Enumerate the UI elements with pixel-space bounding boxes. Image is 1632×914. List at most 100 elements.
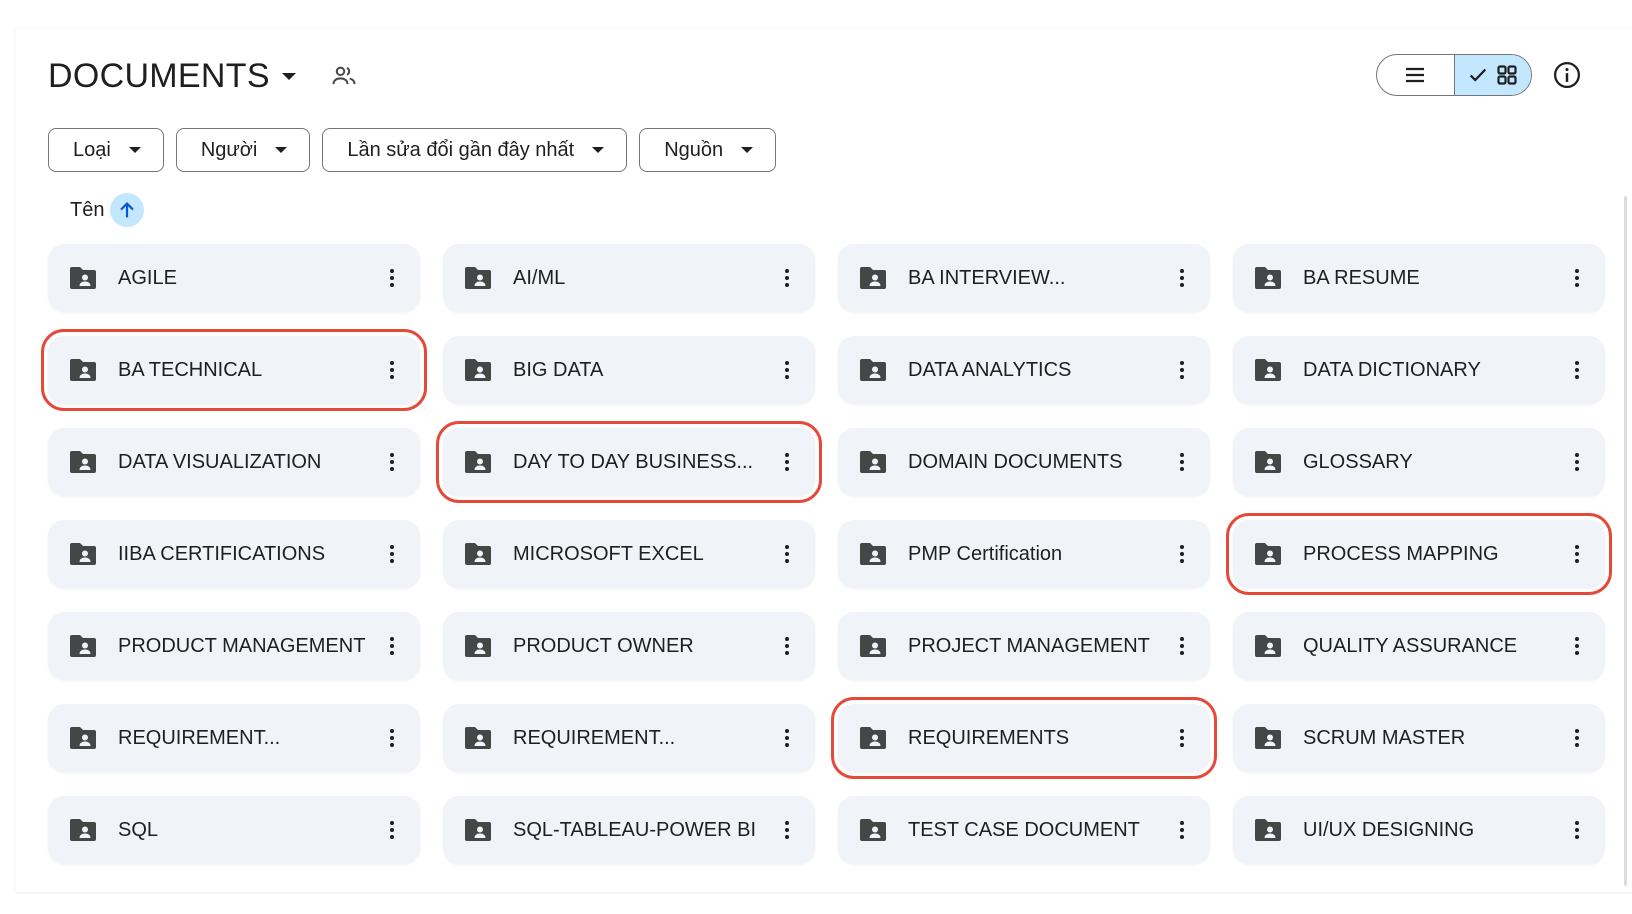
more-vert-icon[interactable] (378, 540, 406, 568)
caret-down-icon[interactable] (281, 72, 296, 80)
folder-name: BIG DATA (513, 358, 604, 381)
more-vert-icon[interactable] (1168, 632, 1196, 660)
folder-card[interactable]: DATA DICTIONARY (1233, 336, 1605, 404)
caret-down-icon (275, 147, 288, 153)
filter-type[interactable]: Loại (48, 128, 164, 172)
sort-direction-button[interactable] (110, 193, 145, 227)
folder-name: REQUIREMENT... (513, 726, 676, 749)
grid-view-icon (1497, 65, 1517, 85)
page-title[interactable]: DOCUMENTS (48, 57, 270, 96)
folder-card[interactable]: AGILE (48, 244, 420, 312)
more-vert-icon[interactable] (773, 632, 801, 660)
more-vert-icon[interactable] (1563, 724, 1591, 752)
folder-card[interactable]: DOMAIN DOCUMENTS (838, 428, 1210, 496)
more-vert-icon[interactable] (1168, 540, 1196, 568)
grid-view-button[interactable] (1453, 55, 1531, 95)
folder-name: BA INTERVIEW... (908, 266, 1066, 289)
folder-card[interactable]: REQUIREMENTS (831, 697, 1217, 779)
shared-folder-icon (70, 451, 96, 473)
more-vert-icon[interactable] (1563, 264, 1591, 292)
folder-name: AGILE (118, 266, 177, 289)
more-vert-icon[interactable] (1563, 356, 1591, 384)
folder-name: DATA VISUALIZATION (118, 450, 322, 473)
shared-folder-icon (465, 635, 491, 657)
more-vert-icon[interactable] (1168, 448, 1196, 476)
folder-card[interactable]: PROCESS MAPPING (1226, 513, 1612, 595)
filter-modified[interactable]: Lần sửa đổi gần đây nhất (322, 128, 628, 172)
more-vert-icon[interactable] (378, 356, 406, 384)
more-vert-icon[interactable] (1168, 816, 1196, 844)
more-vert-icon[interactable] (378, 448, 406, 476)
filter-label: Loại (73, 138, 111, 161)
folder-name: DAY TO DAY BUSINESS... (513, 450, 754, 473)
filter-people[interactable]: Người (175, 128, 311, 172)
more-vert-icon[interactable] (1563, 540, 1591, 568)
more-vert-icon[interactable] (1168, 356, 1196, 384)
folder-card[interactable]: PRODUCT MANAGEMENT (48, 612, 420, 680)
folder-card[interactable]: REQUIREMENT... (443, 704, 815, 772)
folder-name: IIBA CERTIFICATIONS (118, 542, 326, 565)
shared-folder-icon (465, 819, 491, 841)
more-vert-icon[interactable] (773, 816, 801, 844)
more-vert-icon[interactable] (1563, 816, 1591, 844)
folder-card[interactable]: SCRUM MASTER (1233, 704, 1605, 772)
info-icon[interactable] (1552, 60, 1582, 90)
filter-source[interactable]: Nguồn (639, 128, 777, 172)
folder-card[interactable]: BIG DATA (443, 336, 815, 404)
folder-card[interactable]: BA INTERVIEW... (838, 244, 1210, 312)
folder-card[interactable]: REQUIREMENT... (48, 704, 420, 772)
folder-card[interactable]: DAY TO DAY BUSINESS... (436, 421, 822, 503)
filter-label: Người (200, 138, 258, 161)
scrollbar[interactable] (1624, 196, 1627, 886)
folder-name: REQUIREMENTS (908, 726, 1070, 749)
more-vert-icon[interactable] (378, 632, 406, 660)
folder-card[interactable]: AI/ML (443, 244, 815, 312)
folder-card[interactable]: UI/UX DESIGNING (1233, 796, 1605, 864)
folder-card[interactable]: BA TECHNICAL (41, 329, 427, 411)
more-vert-icon[interactable] (773, 540, 801, 568)
more-vert-icon[interactable] (378, 264, 406, 292)
check-icon (1469, 68, 1486, 82)
folder-name: DATA DICTIONARY (1303, 358, 1481, 381)
more-vert-icon[interactable] (773, 448, 801, 476)
people-icon[interactable] (330, 62, 358, 90)
folder-card[interactable]: TEST CASE DOCUMENT (838, 796, 1210, 864)
folder-card[interactable]: SQL (48, 796, 420, 864)
shared-folder-icon (465, 451, 491, 473)
filter-label: Nguồn (664, 138, 724, 161)
folder-name: BA TECHNICAL (118, 358, 263, 381)
folder-card[interactable]: SQL-TABLEAU-POWER BI (443, 796, 815, 864)
folder-card[interactable]: QUALITY ASSURANCE (1233, 612, 1605, 680)
sort-label[interactable]: Tên (70, 199, 104, 222)
folder-card[interactable]: PMP Certification (838, 520, 1210, 588)
folder-name: DATA ANALYTICS (908, 358, 1072, 381)
more-vert-icon[interactable] (773, 264, 801, 292)
more-vert-icon[interactable] (1168, 264, 1196, 292)
shared-folder-icon (860, 451, 886, 473)
folder-card[interactable]: IIBA CERTIFICATIONS (48, 520, 420, 588)
folder-card[interactable]: PRODUCT OWNER (443, 612, 815, 680)
folder-grid: AGILE AI/ML BA INTERVIEW... BA RESUME BA TEC… (41, 244, 1612, 864)
more-vert-icon[interactable] (1563, 632, 1591, 660)
folder-name: PRODUCT OWNER (513, 634, 694, 657)
folder-card[interactable]: DATA ANALYTICS (838, 336, 1210, 404)
shared-folder-icon (1255, 819, 1281, 841)
shared-folder-icon (1255, 267, 1281, 289)
folder-name: UI/UX DESIGNING (1303, 818, 1475, 841)
folder-name: REQUIREMENT... (118, 726, 281, 749)
folder-card[interactable]: DATA VISUALIZATION (48, 428, 420, 496)
more-vert-icon[interactable] (773, 724, 801, 752)
folder-name: MICROSOFT EXCEL (513, 542, 704, 565)
shared-folder-icon (860, 819, 886, 841)
more-vert-icon[interactable] (378, 724, 406, 752)
more-vert-icon[interactable] (1563, 448, 1591, 476)
folder-card[interactable]: PROJECT MANAGEMENT (838, 612, 1210, 680)
more-vert-icon[interactable] (773, 356, 801, 384)
more-vert-icon[interactable] (378, 816, 406, 844)
folder-name: PROJECT MANAGEMENT (908, 634, 1150, 657)
folder-card[interactable]: BA RESUME (1233, 244, 1605, 312)
folder-card[interactable]: MICROSOFT EXCEL (443, 520, 815, 588)
folder-card[interactable]: GLOSSARY (1233, 428, 1605, 496)
more-vert-icon[interactable] (1168, 724, 1196, 752)
list-view-button[interactable] (1377, 55, 1454, 95)
